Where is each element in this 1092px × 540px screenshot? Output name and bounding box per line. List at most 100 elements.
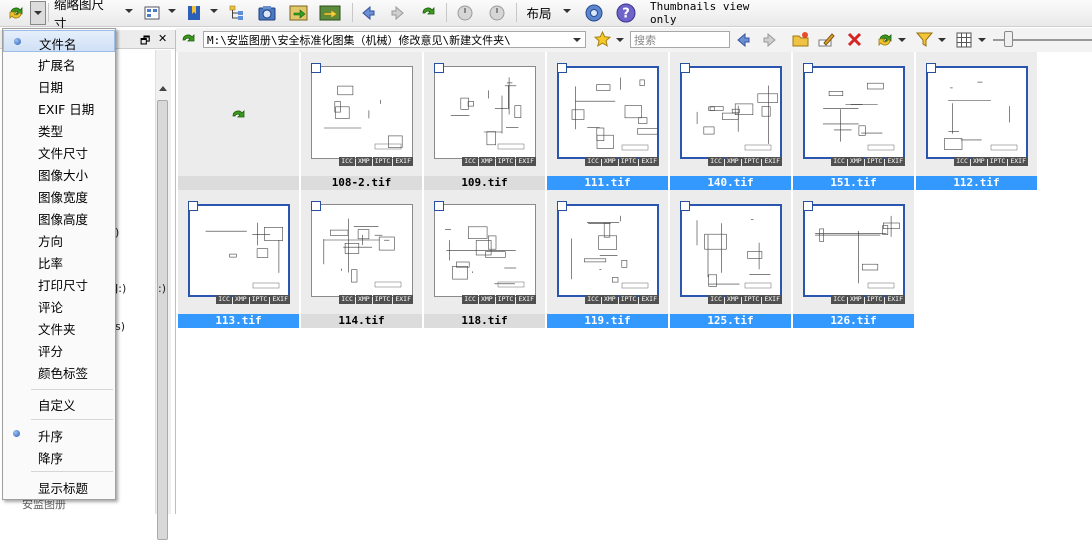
tree-structure-icon[interactable] xyxy=(226,2,248,23)
filter-icon[interactable] xyxy=(915,31,934,51)
bookmark-icon[interactable] xyxy=(183,2,205,23)
gear-icon[interactable] xyxy=(582,2,606,23)
thumbnail-image[interactable] xyxy=(311,204,413,297)
thumbnail-image[interactable] xyxy=(434,66,536,159)
menu-item-sort-option[interactable]: 比率 xyxy=(3,250,115,272)
thumbnail-image[interactable] xyxy=(557,204,659,297)
forward-arrow-icon[interactable] xyxy=(388,2,408,23)
thumbnail-item[interactable]: ICC XMP IPTC EXIF 119.tif xyxy=(547,190,669,328)
import-icon[interactable] xyxy=(288,2,310,23)
thumbnail-checkbox[interactable] xyxy=(557,63,567,73)
chevron-down-icon[interactable] xyxy=(978,38,986,42)
chevron-down-icon[interactable] xyxy=(210,9,218,13)
camera-icon[interactable] xyxy=(256,2,278,23)
star-icon[interactable] xyxy=(593,30,612,51)
back-arrow-icon[interactable] xyxy=(735,32,751,51)
view-mode-icon[interactable] xyxy=(141,2,163,23)
thumbnail-image[interactable] xyxy=(680,66,782,159)
thumbnail-image[interactable] xyxy=(557,66,659,159)
thumbnail-checkbox[interactable] xyxy=(311,63,321,73)
menu-item-sort-option[interactable]: 文件名 xyxy=(3,30,115,52)
menu-item-sort-option[interactable]: 图像宽度 xyxy=(3,184,115,206)
thumbnail-checkbox[interactable] xyxy=(188,201,198,211)
thumbnail-checkbox[interactable] xyxy=(680,201,690,211)
menu-item-descending[interactable]: 降序 xyxy=(3,445,115,467)
menu-item-sort-option[interactable]: 日期 xyxy=(3,74,115,96)
thumbnail-size-button[interactable]: 缩略图尺寸 xyxy=(54,0,116,31)
thumbnail-item[interactable]: ICC XMP IPTC EXIF 140.tif xyxy=(670,52,792,190)
grid-view-icon[interactable] xyxy=(956,32,972,51)
chevron-down-icon[interactable] xyxy=(616,38,624,42)
chevron-down-icon[interactable] xyxy=(125,9,133,13)
menu-item-sort-option[interactable]: 图像大小 xyxy=(3,162,115,184)
rename-icon[interactable] xyxy=(818,31,835,51)
menu-item-sort-option[interactable]: 方向 xyxy=(3,228,115,250)
sort-icon[interactable] xyxy=(876,31,894,52)
delete-icon[interactable] xyxy=(846,31,863,51)
menu-item-sort-option[interactable]: 评论 xyxy=(3,294,115,316)
thumbnail-item[interactable]: ICC XMP IPTC EXIF 112.tif xyxy=(916,52,1038,190)
thumbnail-item[interactable]: ICC XMP IPTC EXIF 118.tif xyxy=(424,190,546,328)
menu-item-custom[interactable]: 自定义 xyxy=(3,392,115,414)
thumbnail-image[interactable] xyxy=(803,66,905,159)
thumbnail-image[interactable] xyxy=(188,204,290,297)
new-folder-icon[interactable] xyxy=(792,31,809,51)
thumbnail-item[interactable]: ICC XMP IPTC EXIF 109.tif xyxy=(424,52,546,190)
thumbnail-checkbox[interactable] xyxy=(434,201,444,211)
thumbnail-image[interactable] xyxy=(680,204,782,297)
chevron-down-icon[interactable] xyxy=(168,9,176,13)
thumbnail-item[interactable]: ICC XMP IPTC EXIF 126.tif xyxy=(793,190,915,328)
scroll-thumb[interactable] xyxy=(157,100,168,540)
tree-item-fragment[interactable]: J:) xyxy=(115,282,126,295)
tree-item-fragment[interactable]: :) xyxy=(158,282,166,295)
thumbnail-image[interactable] xyxy=(434,204,536,297)
back-arrow-icon[interactable] xyxy=(358,2,378,23)
search-input[interactable]: 搜索 xyxy=(630,31,730,48)
menu-item-sort-option[interactable]: 图像高度 xyxy=(3,206,115,228)
thumbnail-item[interactable]: ICC XMP IPTC EXIF 113.tif xyxy=(178,190,300,328)
chevron-down-icon[interactable] xyxy=(563,9,571,13)
menu-item-sort-option[interactable]: 扩展名 xyxy=(3,52,115,74)
thumbnail-item[interactable]: ICC XMP IPTC EXIF 111.tif xyxy=(547,52,669,190)
parent-folder-thumbnail[interactable] xyxy=(178,52,300,190)
thumbnail-checkbox[interactable] xyxy=(557,201,567,211)
menu-item-sort-option[interactable]: 颜色标签 xyxy=(3,360,115,382)
chevron-down-icon[interactable] xyxy=(573,38,581,42)
thumbnail-checkbox[interactable] xyxy=(680,63,690,73)
menu-item-sort-option[interactable]: EXIF 日期 xyxy=(3,96,115,118)
help-icon[interactable]: ? xyxy=(614,2,638,23)
thumbnail-item[interactable]: ICC XMP IPTC EXIF 108-2.tif xyxy=(301,52,423,190)
menu-item-sort-option[interactable]: 评分 xyxy=(3,338,115,360)
pin-icon[interactable]: 🗗 xyxy=(140,32,150,51)
layout-button[interactable]: 布局 xyxy=(524,2,554,23)
chevron-down-icon[interactable] xyxy=(898,38,906,42)
menu-item-ascending[interactable]: 升序 xyxy=(3,423,115,445)
scroll-up-icon[interactable] xyxy=(159,86,167,91)
sort-dropdown-button[interactable] xyxy=(30,1,46,25)
close-icon[interactable]: ✕ xyxy=(158,32,167,45)
rotate-left-icon[interactable] xyxy=(454,2,476,23)
menu-item-sort-option[interactable]: 文件夹 xyxy=(3,316,115,338)
thumbnail-checkbox[interactable] xyxy=(434,63,444,73)
thumbnail-checkbox[interactable] xyxy=(803,63,813,73)
menu-item-show-title[interactable]: 显示标题 xyxy=(3,475,115,497)
up-folder-icon[interactable] xyxy=(418,2,438,23)
export-icon[interactable] xyxy=(318,2,344,23)
thumbnail-image[interactable] xyxy=(311,66,413,159)
thumbnail-image[interactable] xyxy=(926,66,1028,159)
thumbnail-item[interactable]: ICC XMP IPTC EXIF 125.tif xyxy=(670,190,792,328)
path-input[interactable]: M:\安监图册\安全标准化图集（机械）修改意见\新建文件夹\ xyxy=(203,31,586,48)
thumbnail-checkbox[interactable] xyxy=(311,201,321,211)
chevron-down-icon[interactable] xyxy=(938,38,946,42)
sort-icon[interactable] xyxy=(4,2,28,23)
menu-item-sort-option[interactable]: 类型 xyxy=(3,118,115,140)
menu-item-sort-option[interactable]: 文件尺寸 xyxy=(3,140,115,162)
thumbnail-checkbox[interactable] xyxy=(926,63,936,73)
tree-item-fragment[interactable]: s) xyxy=(115,320,125,333)
thumbnail-image[interactable] xyxy=(803,204,905,297)
zoom-slider-thumb[interactable] xyxy=(1004,31,1013,47)
up-folder-icon[interactable] xyxy=(180,32,196,51)
thumbnail-item[interactable]: ICC XMP IPTC EXIF 151.tif xyxy=(793,52,915,190)
rotate-right-icon[interactable] xyxy=(486,2,508,23)
menu-item-sort-option[interactable]: 打印尺寸 xyxy=(3,272,115,294)
